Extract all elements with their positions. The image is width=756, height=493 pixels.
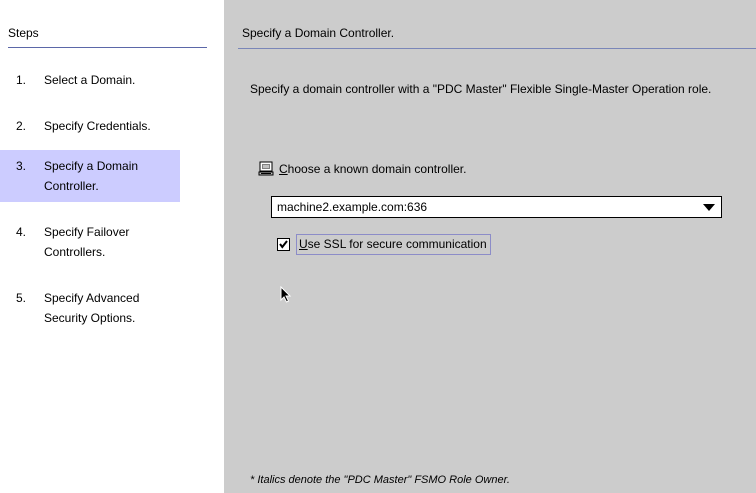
steps-panel: Steps 1. Select a Domain. 2. Specify Cre… — [0, 0, 224, 493]
step-label: Specify Credentials. — [44, 119, 151, 133]
step-item-1[interactable]: 1. Select a Domain. — [0, 64, 180, 96]
choose-label-text: hoose a known domain controller. — [287, 162, 467, 176]
step-label: Specify Failover Controllers. — [44, 225, 130, 259]
description-text: Specify a domain controller with a "PDC … — [250, 82, 712, 96]
step-label: Specify a Domain Controller. — [44, 159, 139, 193]
step-label: Specify Advanced Security Options. — [44, 291, 140, 325]
step-number: 5. — [16, 291, 27, 305]
choose-controller-label: Choose a known domain controller. — [279, 162, 466, 176]
choose-label-mnemonic: C — [279, 162, 288, 176]
steps-header: Steps — [8, 26, 39, 40]
step-label: Select a Domain. — [44, 73, 136, 87]
page-title: Specify a Domain Controller. — [242, 26, 395, 40]
content-panel: Specify a Domain Controller. Specify a d… — [224, 0, 756, 493]
choose-controller-row: Choose a known domain controller. — [258, 161, 466, 177]
step-number: 4. — [16, 225, 27, 239]
footnote: * Italics denote the "PDC Master" FSMO R… — [250, 474, 510, 486]
title-divider — [238, 48, 756, 49]
ssl-label-mnemonic: U — [299, 236, 308, 251]
step-item-5[interactable]: 5. Specify Advanced Security Options. — [0, 282, 180, 334]
step-item-3[interactable]: 3. Specify a Domain Controller. — [0, 150, 180, 202]
step-number: 2. — [16, 119, 27, 133]
step-number: 1. — [16, 73, 27, 87]
ssl-checkbox[interactable] — [277, 237, 290, 251]
step-item-2[interactable]: 2. Specify Credentials. — [0, 110, 180, 142]
check-icon — [279, 239, 288, 249]
ssl-option-row: Use SSL for secure communication — [277, 233, 491, 255]
computer-icon — [258, 161, 274, 176]
chevron-down-icon[interactable] — [703, 204, 715, 211]
mouse-pointer-icon — [280, 286, 292, 303]
domain-controller-value: machine2.example.com:636 — [277, 200, 428, 214]
step-number: 3. — [16, 159, 27, 173]
domain-controller-select[interactable]: machine2.example.com:636 — [271, 196, 722, 218]
ssl-checkbox-label[interactable]: Use SSL for secure communication — [296, 233, 491, 255]
steps-divider — [8, 47, 207, 48]
step-item-4[interactable]: 4. Specify Failover Controllers. — [0, 216, 180, 268]
ssl-label-text: se SSL for secure communication — [307, 236, 487, 251]
